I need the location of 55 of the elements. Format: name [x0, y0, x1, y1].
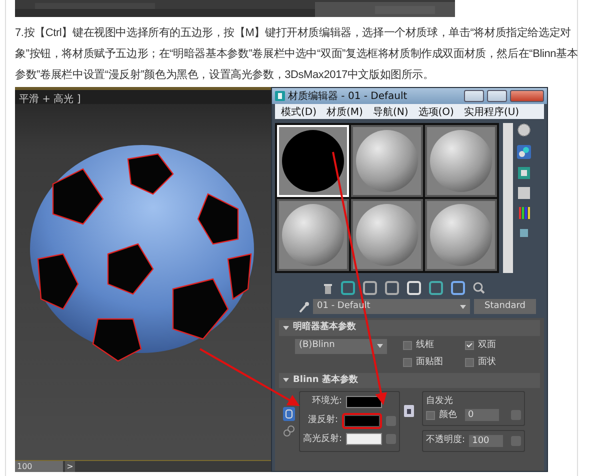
- spinner-field[interactable]: 100: [469, 434, 504, 447]
- color-swatch[interactable]: [346, 396, 382, 408]
- checkbox[interactable]: [426, 410, 436, 420]
- tool-icon[interactable]: [363, 281, 377, 295]
- material-type-button[interactable]: Standard: [474, 299, 536, 314]
- checkbox-label: 线框: [416, 338, 434, 352]
- checkbox[interactable]: [465, 340, 474, 350]
- checkbox-label: 面状: [478, 356, 496, 369]
- trash-icon[interactable]: [323, 282, 333, 294]
- color-label: 环境光:: [312, 395, 342, 408]
- next-button[interactable]: >: [65, 461, 75, 472]
- magnifier-icon[interactable]: [473, 282, 485, 294]
- chain-icon[interactable]: [283, 425, 295, 437]
- frame-field[interactable]: 100: [15, 461, 63, 472]
- checkbox[interactable]: [403, 340, 412, 350]
- article-paragraph: 7.按【Ctrl】键在视图中选择所有的五边形，按【M】键打开材质编辑器，选择一个材质球，单击“将材质指定给选定对象”按钮，将材质赋予五边形；在“明暗器基本参数”卷展栏中选中“双面”复选框将材质制作成双面材质，然后在“Blinn基本参数”卷展栏中设置“漫反射”颜色为黑色，设置高光参数，3DsMax2017中文版如图所示。: [15, 26, 579, 83]
- sphere-icon[interactable]: [517, 123, 531, 137]
- menu-item[interactable]: 选项(O): [418, 105, 454, 118]
- app-icon: [275, 91, 285, 101]
- tool-icon[interactable]: [518, 227, 530, 239]
- window-title: 材质编辑器 - 01 - Default: [288, 90, 408, 104]
- menu-item[interactable]: 模式(D): [281, 105, 317, 118]
- checkbox-label: 双面: [478, 338, 496, 352]
- color-swatch[interactable]: [346, 433, 382, 446]
- tool-icon[interactable]: [451, 281, 465, 295]
- tool-icon[interactable]: [341, 281, 355, 295]
- scrollbar[interactable]: [503, 123, 513, 273]
- menu-item[interactable]: 导航(N): [372, 105, 408, 118]
- group-title: 自发光: [426, 395, 454, 408]
- checkbox-label: 颜色: [439, 408, 458, 422]
- rollout-title: 明暗器基本参数: [293, 321, 356, 334]
- spinner-field[interactable]: 0: [465, 409, 500, 422]
- maximize-button[interactable]: [487, 90, 507, 102]
- viewport-label[interactable]: 平滑 + 高光 ]: [15, 90, 85, 109]
- menu-item[interactable]: 实用程序(U): [464, 105, 520, 118]
- tool-icon[interactable]: [429, 281, 443, 295]
- checkbox[interactable]: [465, 358, 474, 368]
- minimize-button[interactable]: [464, 90, 484, 102]
- shader-dropdown[interactable]: (B)Blinn: [295, 338, 387, 354]
- close-button[interactable]: [510, 90, 544, 102]
- lock-icon[interactable]: [404, 405, 414, 417]
- checkbox-label: 面贴图: [416, 356, 443, 369]
- color-label: 漫反射:: [308, 414, 338, 427]
- eyedropper-icon[interactable]: [299, 300, 309, 312]
- color-label: 高光反射:: [303, 432, 342, 446]
- toggle-icon[interactable]: [517, 145, 531, 159]
- color-swatch[interactable]: [342, 412, 382, 428]
- rollout-title: Blinn 基本参数: [293, 374, 358, 386]
- color-bars-icon[interactable]: [518, 207, 530, 219]
- opacity-label: 不透明度:: [426, 434, 466, 447]
- link-icon[interactable]: [283, 407, 295, 421]
- checkbox[interactable]: [403, 358, 412, 368]
- checker-icon[interactable]: [518, 167, 530, 179]
- menu-item[interactable]: 材质(M): [326, 105, 363, 118]
- tool-icon[interactable]: [385, 281, 399, 295]
